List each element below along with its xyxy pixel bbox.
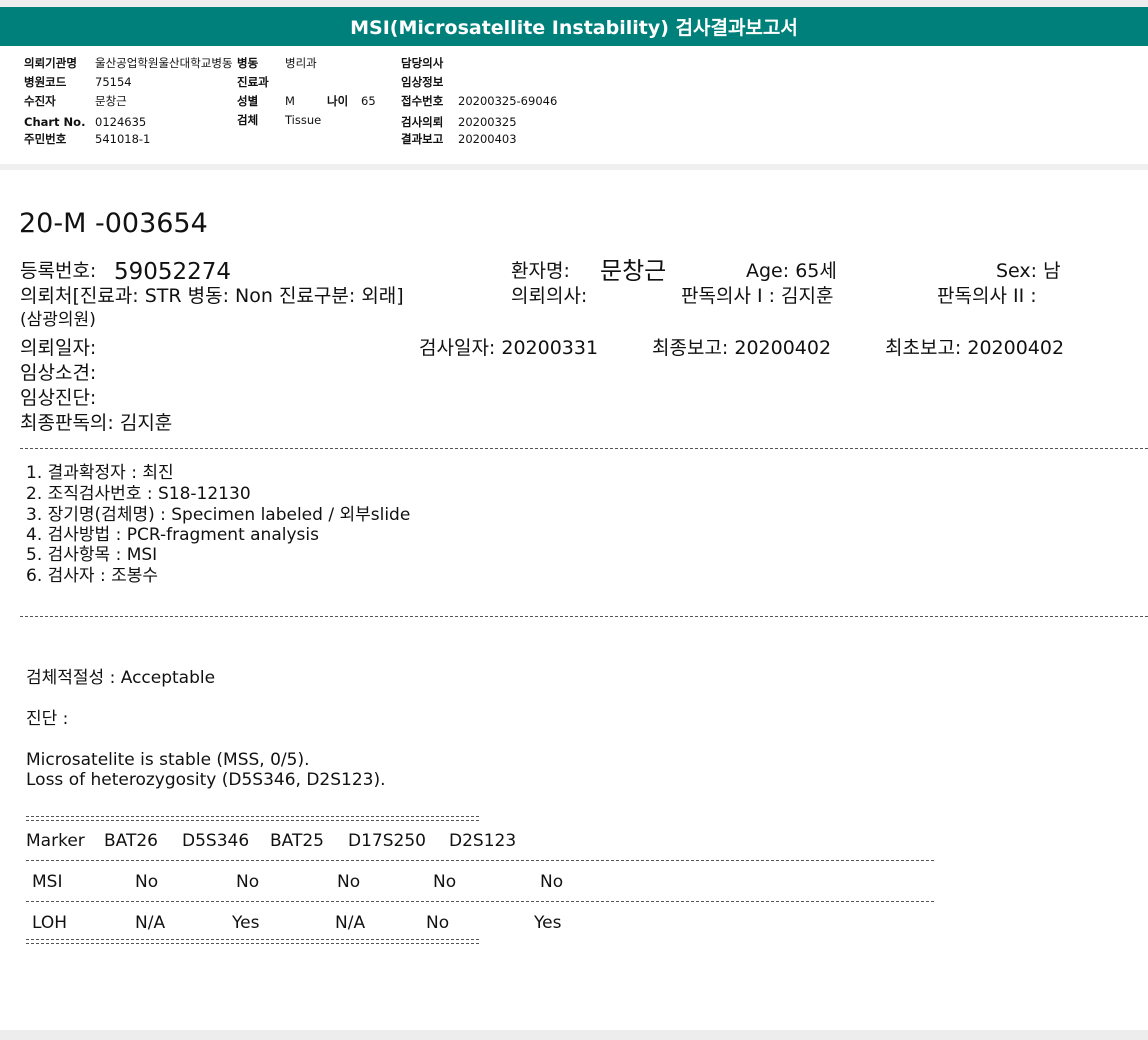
- final-reader: 최종판독의: 김지훈: [20, 412, 173, 434]
- diagnosis-label: 진단 :: [26, 709, 69, 729]
- test-date: 검사일자: 20200331: [419, 337, 599, 359]
- diagnosis-line: Loss of heterozygosity (D5S346, D2S123).: [26, 770, 386, 790]
- result-report-label: 결과보고: [401, 132, 444, 146]
- ward-label: 병동: [237, 56, 259, 70]
- sex-text: Sex: 남: [996, 260, 1061, 282]
- detail-item: 4. 검사방법 : PCR-fragment analysis: [26, 525, 319, 545]
- table-cell: No: [135, 872, 159, 892]
- table-cell: No: [540, 872, 564, 892]
- result-report-value: 20200403: [458, 132, 517, 146]
- patient-value: 문창근: [95, 94, 127, 108]
- test-request-label: 검사의뢰: [401, 115, 444, 129]
- header-separator: [0, 164, 1148, 170]
- receipt-label: 접수번호: [401, 94, 444, 108]
- table-header-cell: BAT26: [104, 831, 158, 851]
- table-header-cell: BAT25: [270, 831, 324, 851]
- detail-item: 2. 조직검사번호 : S18-12130: [26, 484, 251, 504]
- clinical-findings: 임상소견:: [20, 362, 97, 384]
- detail-item: 3. 장기명(검체명) : Specimen labeled / 외부slide: [26, 505, 411, 525]
- requesting-org-value: 울산공업학원울산대학교병동: [95, 56, 233, 70]
- sex-value: M: [285, 94, 295, 108]
- hospital-code-label: 병원코드: [24, 75, 67, 89]
- first-report: 최초보고: 20200402: [885, 337, 1065, 359]
- patient-label: 수진자: [24, 94, 56, 108]
- reg-no-value: 59052274: [114, 259, 232, 285]
- final-report: 최종보고: 20200402: [652, 337, 832, 359]
- top-band: [0, 0, 1148, 7]
- detail-item: 5. 검사항목 : MSI: [26, 545, 158, 565]
- hospital-code-value: 75154: [95, 75, 132, 89]
- detail-item: 6. 검사자 : 조봉수: [26, 566, 158, 586]
- table-rule-double: [26, 816, 479, 821]
- specimen-value: Tissue: [285, 113, 322, 127]
- bottom-band: [0, 1030, 1148, 1040]
- patient-header: 의뢰기관명 울산공업학원울산대학교병동 병동 병리과 담당의사 병원코드 751…: [0, 46, 1148, 165]
- table-rule: [26, 901, 934, 902]
- id-label: 주민번호: [24, 132, 67, 146]
- patient-name-value: 문창근: [600, 257, 667, 285]
- receipt-value: 20200325-69046: [458, 94, 558, 108]
- reading-doctor-2: 판독의사 II :: [937, 285, 1037, 307]
- table-cell: Yes: [232, 913, 260, 933]
- sex-label: 성별: [237, 94, 259, 108]
- chart-value: 0124635: [95, 115, 147, 129]
- specimen-label: 검체: [237, 113, 259, 127]
- reading-doctor-1: 판독의사 I : 김지훈: [681, 285, 834, 307]
- clinical-diagnosis: 임상진단:: [20, 387, 97, 409]
- detail-item: 1. 결과확정자 : 최진: [26, 463, 174, 483]
- chart-label: Chart No.: [24, 115, 86, 129]
- table-cell: N/A: [335, 913, 366, 933]
- table-cell: No: [433, 872, 457, 892]
- table-cell: N/A: [135, 913, 166, 933]
- test-request-value: 20200325: [458, 115, 517, 129]
- department-label: 진료과: [237, 75, 269, 89]
- age-text: Age: 65세: [746, 260, 837, 282]
- requesting-doctor: 의뢰의사:: [511, 285, 588, 307]
- age-value: 65: [361, 94, 376, 108]
- ward-value: 병리과: [285, 56, 317, 70]
- specimen-adequacy: 검체적절성 : Acceptable: [26, 668, 216, 688]
- clinical-info-label: 임상정보: [401, 75, 444, 89]
- table-header-cell: Marker: [26, 831, 85, 851]
- table-header-cell: D2S123: [449, 831, 517, 851]
- table-cell: Yes: [534, 913, 562, 933]
- requesting-org-label: 의뢰기관명: [24, 56, 77, 70]
- id-value: 541018-1: [95, 132, 151, 146]
- table-cell: No: [426, 913, 450, 933]
- diagnosis-line: Microsatelite is stable (MSS, 0/5).: [26, 750, 310, 770]
- doctor-label: 담당의사: [401, 56, 444, 70]
- report-title: MSI(Microsatellite Instability) 검사결과보고서: [350, 17, 798, 39]
- table-rule-double: [26, 939, 479, 944]
- table-cell: No: [236, 872, 260, 892]
- dashed-divider: [20, 448, 1148, 449]
- table-cell: LOH: [32, 913, 68, 933]
- patient-name-label: 환자명:: [511, 260, 570, 282]
- reg-no-label: 등록번호:: [20, 260, 97, 282]
- table-rule: [26, 860, 934, 861]
- report-number: 20-M -003654: [19, 208, 208, 239]
- table-cell: MSI: [32, 872, 63, 892]
- clinic-name: (삼광의원): [20, 310, 96, 330]
- requester-line: 의뢰처[진료과: STR 병동: Non 진료구분: 외래]: [20, 285, 404, 307]
- report-title-bar: MSI(Microsatellite Instability) 검사결과보고서: [0, 7, 1148, 46]
- age-label: 나이: [327, 94, 349, 108]
- request-date: 의뢰일자:: [20, 337, 97, 359]
- dashed-divider: [20, 616, 1148, 617]
- table-header-cell: D5S346: [182, 831, 250, 851]
- table-header-cell: D17S250: [348, 831, 426, 851]
- table-cell: No: [337, 872, 361, 892]
